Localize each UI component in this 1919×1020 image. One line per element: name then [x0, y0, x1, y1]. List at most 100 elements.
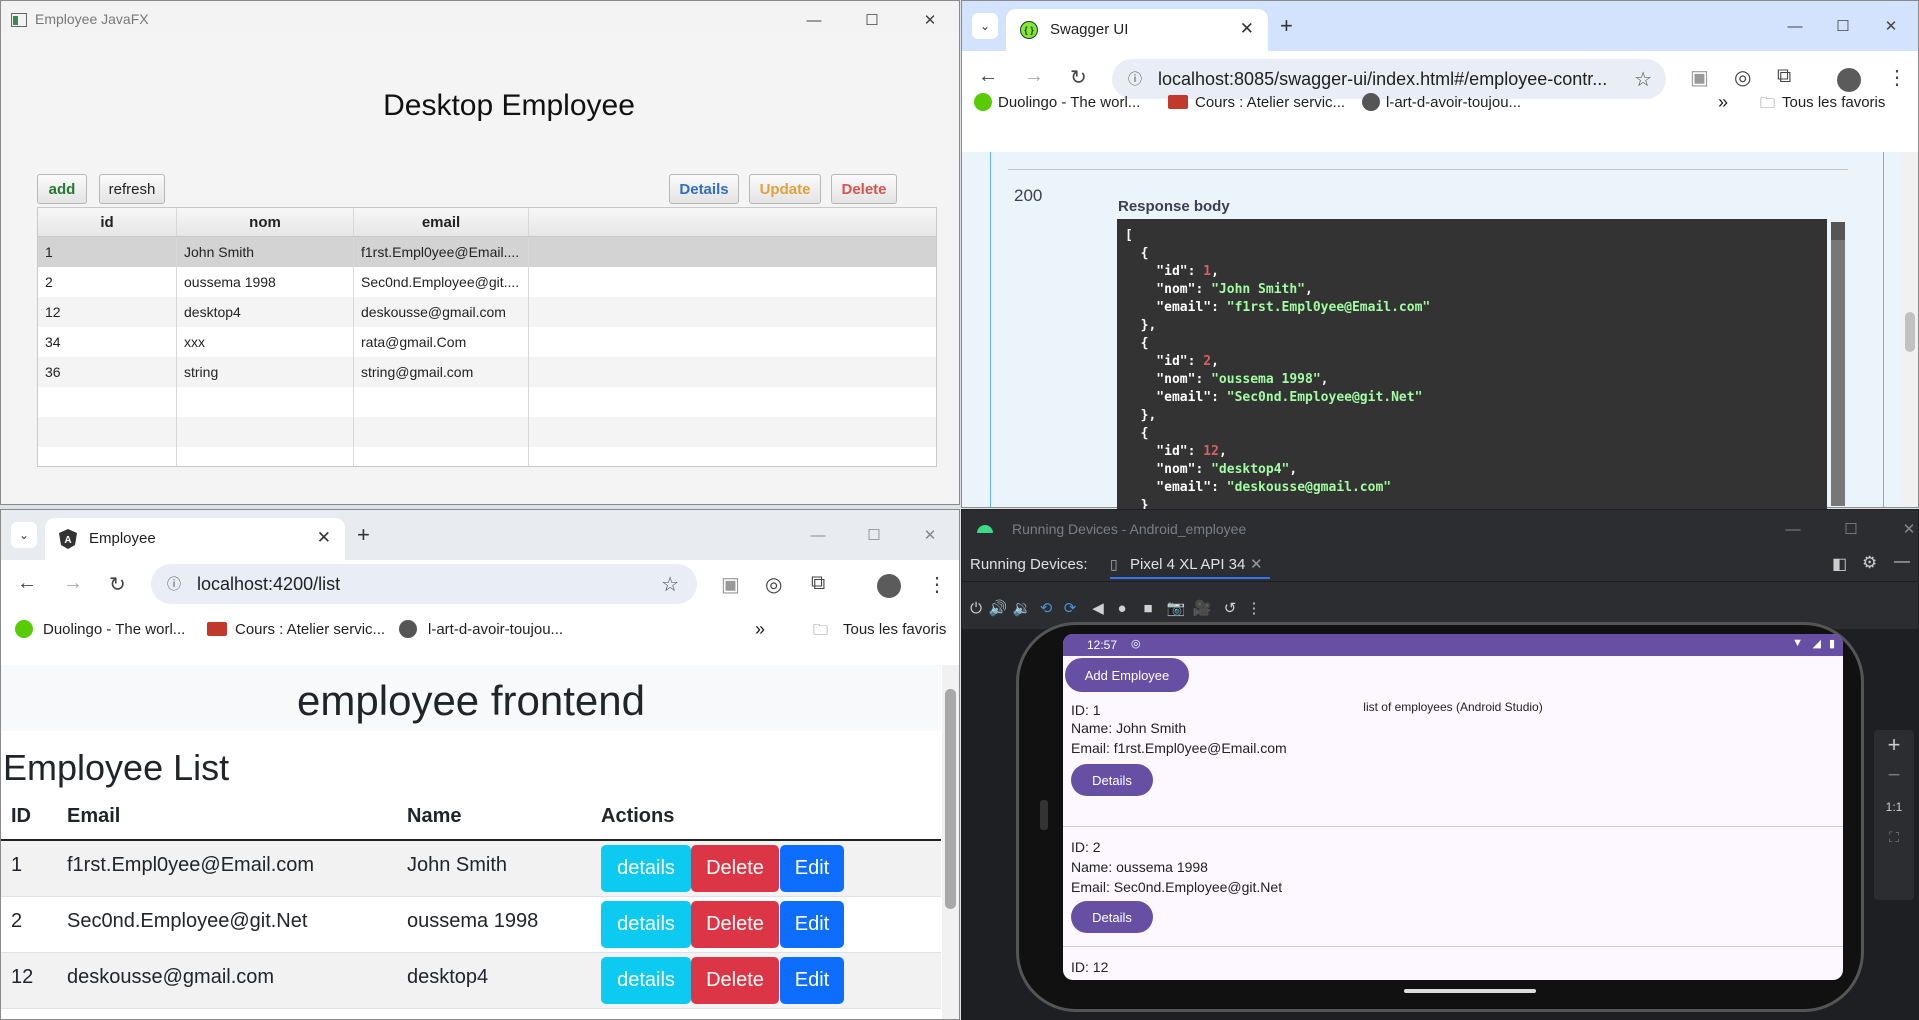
- scrollbar-thumb[interactable]: [1905, 312, 1915, 352]
- extension-icon[interactable]: ▣: [1690, 65, 1709, 90]
- close-tab-icon[interactable]: ✕: [1240, 19, 1254, 39]
- gesture-bar[interactable]: [1404, 989, 1536, 993]
- table-row[interactable]: [38, 447, 936, 466]
- zoom-actual[interactable]: 1:1: [1874, 792, 1914, 822]
- extension-icon[interactable]: ▣: [721, 572, 740, 597]
- close-icon[interactable]: ✕: [907, 1, 953, 39]
- layout-icon[interactable]: ◧: [1832, 554, 1847, 574]
- bookmark-duolingo[interactable]: Duolingo - The worl...: [998, 94, 1140, 111]
- forward-icon[interactable]: →: [1024, 65, 1044, 88]
- minimize-icon[interactable]: —: [791, 1, 837, 39]
- overview-icon[interactable]: ■: [1134, 594, 1162, 622]
- bookmark-lart[interactable]: l-art-d-avoir-toujou...: [428, 621, 563, 638]
- site-info-icon[interactable]: ⓘ: [167, 574, 181, 594]
- all-bookmarks[interactable]: Tous les favoris: [1782, 94, 1885, 111]
- column-header-email[interactable]: email: [354, 208, 529, 236]
- delete-button[interactable]: Delete: [691, 901, 779, 948]
- bookmark-lart[interactable]: l-art-d-avoir-toujou...: [1386, 94, 1521, 111]
- close-icon[interactable]: ✕: [907, 516, 953, 554]
- all-bookmarks[interactable]: Tous les favoris: [843, 621, 946, 638]
- close-device-tab-icon[interactable]: ✕: [1250, 555, 1263, 573]
- maximize-icon[interactable]: ☐: [849, 1, 895, 39]
- scrollbar[interactable]: [942, 665, 959, 1019]
- zoom-out-icon[interactable]: −: [1874, 760, 1914, 790]
- close-icon[interactable]: ✕: [1868, 7, 1914, 45]
- table-row[interactable]: 34 xxx rata@gmail.Com: [38, 327, 936, 357]
- puzzle-icon[interactable]: ⧉: [1777, 65, 1791, 88]
- address-bar[interactable]: ⓘ localhost:8085/swagger-ui/index.html#/…: [1112, 59, 1666, 99]
- home-icon[interactable]: ●: [1108, 594, 1136, 622]
- avatar[interactable]: [877, 574, 901, 598]
- url-text[interactable]: localhost:8085/swagger-ui/index.html#/em…: [1158, 69, 1607, 90]
- more-icon[interactable]: ⋮: [1240, 594, 1268, 622]
- code-scrollbar[interactable]: [1831, 222, 1845, 506]
- close-icon[interactable]: ✕: [1886, 510, 1918, 548]
- minimize-icon[interactable]: —: [1772, 7, 1818, 45]
- gear-icon[interactable]: ⚙: [1862, 553, 1877, 573]
- new-tab-icon[interactable]: +: [1280, 13, 1293, 39]
- menu-icon[interactable]: ⋮: [927, 572, 947, 597]
- record-icon[interactable]: 🎥: [1188, 594, 1216, 622]
- cast-icon[interactable]: ◎: [1734, 65, 1751, 90]
- new-tab-icon[interactable]: +: [357, 522, 370, 548]
- maximize-icon[interactable]: ☐: [1828, 510, 1874, 548]
- tab-employee[interactable]: A Employee ✕: [45, 518, 345, 560]
- add-employee-button[interactable]: Add Employee: [1065, 658, 1189, 692]
- reload-icon[interactable]: ↻: [1070, 65, 1087, 90]
- details-button[interactable]: Details: [1071, 901, 1153, 933]
- details-button[interactable]: details: [601, 901, 691, 948]
- delete-button[interactable]: Delete: [691, 845, 779, 892]
- table-row[interactable]: 12 desktop4 deskousse@gmail.com: [38, 297, 936, 327]
- address-bar[interactable]: ⓘ localhost:4200/list ☆: [151, 564, 697, 604]
- edit-button[interactable]: Edit: [780, 901, 844, 948]
- bookmark-star-icon[interactable]: ☆: [1634, 67, 1652, 92]
- add-button[interactable]: add: [37, 174, 87, 204]
- avatar[interactable]: [1837, 68, 1861, 92]
- hide-icon[interactable]: —: [1894, 553, 1910, 571]
- scrollbar[interactable]: [1902, 152, 1918, 507]
- tab-search-icon[interactable]: ⌄: [11, 522, 37, 548]
- tab-swagger[interactable]: { } Swagger UI ✕: [1006, 9, 1268, 51]
- minimize-icon[interactable]: —: [795, 516, 841, 554]
- tab-search-icon[interactable]: ⌄: [972, 13, 998, 39]
- site-info-icon[interactable]: ⓘ: [1128, 69, 1142, 89]
- maximize-icon[interactable]: ☐: [851, 516, 897, 554]
- column-header-id[interactable]: id: [38, 208, 177, 236]
- details-button[interactable]: details: [601, 957, 691, 1004]
- details-button[interactable]: Details: [1071, 764, 1153, 796]
- details-button[interactable]: Details: [669, 174, 739, 204]
- edit-button[interactable]: Edit: [780, 845, 844, 892]
- bookmark-cours[interactable]: Cours : Atelier servic...: [235, 621, 385, 638]
- bookmark-cours[interactable]: Cours : Atelier servic...: [1195, 94, 1345, 111]
- minimize-icon[interactable]: —: [1770, 510, 1816, 548]
- close-tab-icon[interactable]: ✕: [317, 528, 331, 548]
- scrollbar-thumb[interactable]: [945, 689, 956, 909]
- table-row[interactable]: 36 string string@gmail.com: [38, 357, 936, 387]
- delete-button[interactable]: Delete: [831, 174, 897, 204]
- reload-icon[interactable]: ↻: [109, 572, 126, 597]
- details-button[interactable]: details: [601, 845, 691, 892]
- table-row[interactable]: [38, 417, 936, 447]
- puzzle-icon[interactable]: ⧉: [811, 572, 825, 595]
- more-bookmarks-icon[interactable]: »: [1718, 92, 1728, 113]
- back-icon[interactable]: ←: [978, 65, 998, 88]
- refresh-button[interactable]: refresh: [99, 174, 165, 204]
- delete-button[interactable]: Delete: [691, 957, 779, 1004]
- column-header-nom[interactable]: nom: [177, 208, 354, 236]
- table-row[interactable]: 1 John Smith f1rst.Empl0yee@Email....: [38, 237, 936, 267]
- update-button[interactable]: Update: [749, 174, 821, 204]
- table-row[interactable]: [38, 387, 936, 417]
- bookmark-star-icon[interactable]: ☆: [661, 572, 679, 597]
- phone-screen[interactable]: 12:57 ◎ ▼ ◢ ▮ Add Employee list of emplo…: [1063, 634, 1843, 980]
- camera-icon[interactable]: 📷: [1162, 594, 1190, 622]
- zoom-in-icon[interactable]: +: [1874, 730, 1914, 760]
- rotate-right-icon[interactable]: ⟳: [1056, 594, 1084, 622]
- cast-icon[interactable]: ◎: [765, 572, 782, 597]
- more-bookmarks-icon[interactable]: »: [755, 619, 765, 640]
- code-scrollbar-thumb[interactable]: [1831, 240, 1845, 506]
- device-tab[interactable]: Pixel 4 XL API 34: [1130, 556, 1245, 573]
- back-icon[interactable]: ←: [17, 572, 37, 595]
- edit-button[interactable]: Edit: [780, 957, 844, 1004]
- fit-screen-icon[interactable]: ⛶: [1874, 822, 1914, 852]
- forward-icon[interactable]: →: [63, 572, 83, 595]
